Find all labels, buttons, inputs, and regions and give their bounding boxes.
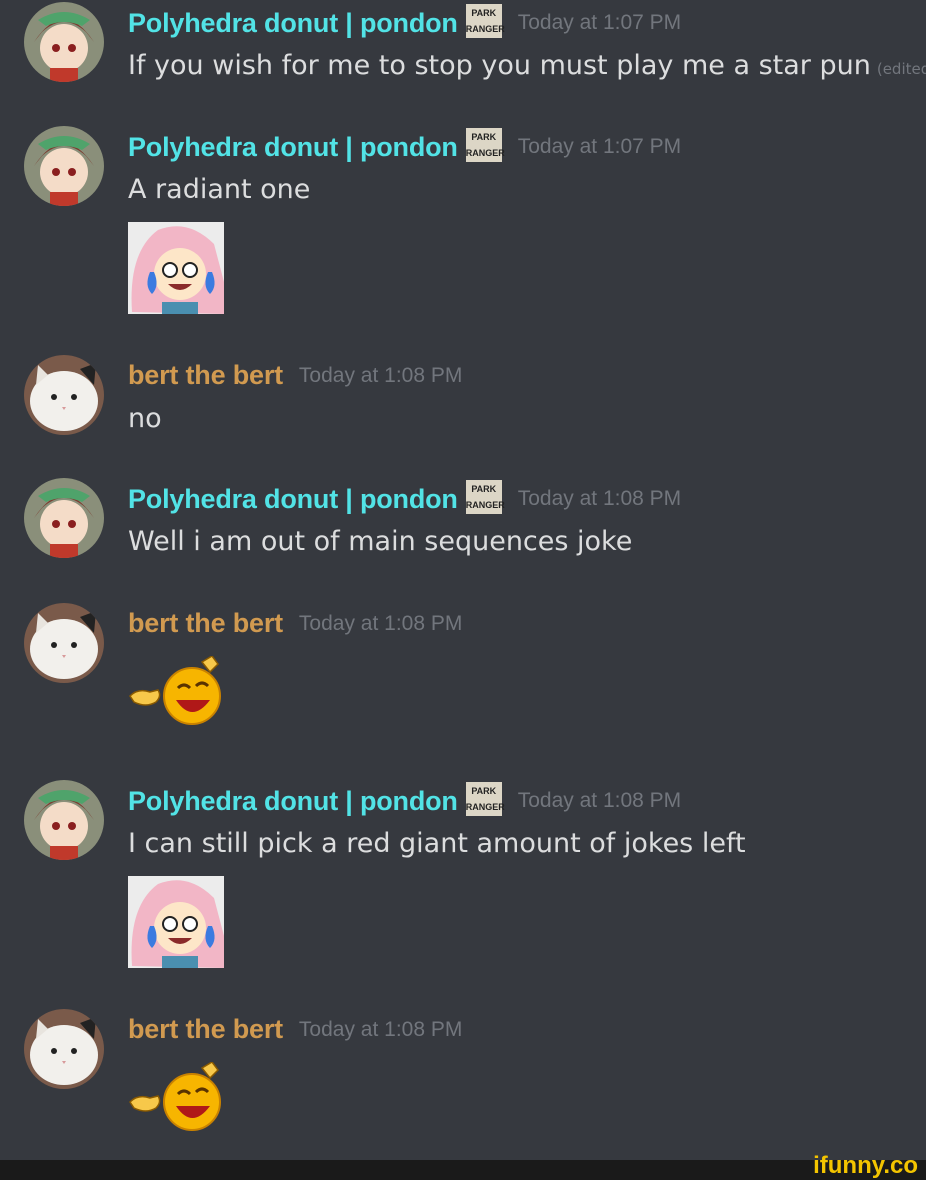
pondon-avatar[interactable] [24,126,104,206]
timestamp: Today at 1:08 PM [517,487,682,510]
edited-label: (edited) [876,60,926,78]
watermark-bar: ifunny.co [0,1152,926,1180]
username[interactable]: bert the bert [128,608,283,639]
timestamp: Today at 1:07 PM [517,135,682,158]
ifunny-watermark: ifunny.co [813,1152,918,1179]
message-text: no [128,403,162,434]
message-text: Well i am out of main sequences joke [128,526,633,557]
username[interactable]: Polyhedra donut | pondon [128,786,458,817]
message-text: If you wish for me to stop you must play… [128,50,926,81]
username[interactable]: bert the bert [128,360,283,391]
park-ranger-badge-icon: PARK RANGER [465,782,505,816]
crying-laughing-sticker-icon[interactable] [128,222,224,314]
point-laughing-emoji-icon[interactable] [128,655,224,728]
username[interactable]: bert the bert [128,1014,283,1045]
bert-avatar[interactable] [24,603,104,683]
point-laughing-emoji-icon[interactable] [128,1061,224,1134]
pondon-avatar[interactable] [24,780,104,860]
timestamp: Today at 1:08 PM [298,1017,463,1041]
timestamp: Today at 1:08 PM [298,611,463,635]
username[interactable]: Polyhedra donut | pondon [128,132,458,163]
park-ranger-badge-icon: PARK RANGER [465,128,505,162]
pondon-avatar[interactable] [24,2,104,82]
timestamp: Today at 1:07 PM [517,11,682,34]
message-text: I can still pick a red giant amount of j… [128,828,746,859]
park-ranger-badge-icon: PARK RANGER [465,4,505,38]
username[interactable]: Polyhedra donut | pondon [128,8,458,39]
pondon-avatar[interactable] [24,478,104,558]
bert-avatar[interactable] [24,355,104,435]
message-text: A radiant one [128,174,311,205]
timestamp: Today at 1:08 PM [298,363,463,387]
bert-avatar[interactable] [24,1009,104,1089]
park-ranger-badge-icon: PARK RANGER [465,480,505,514]
username[interactable]: Polyhedra donut | pondon [128,484,458,515]
timestamp: Today at 1:08 PM [517,789,682,812]
crying-laughing-sticker-icon[interactable] [128,876,224,968]
